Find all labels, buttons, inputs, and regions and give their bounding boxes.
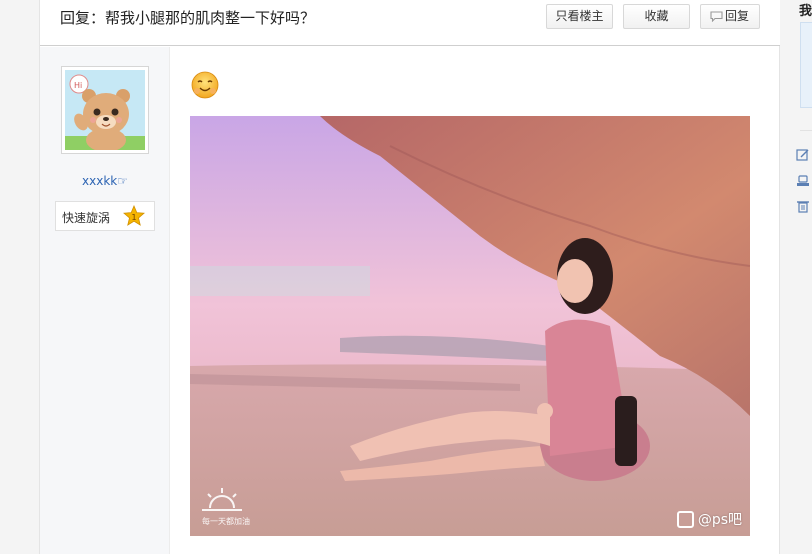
watermark-logo-icon	[676, 510, 694, 528]
author-panel: Hi xxxkk☞ 快速旋涡 1	[40, 47, 170, 554]
svg-text:Hi: Hi	[74, 81, 82, 90]
sidebar-thumbnail[interactable]	[800, 22, 812, 108]
badge-level: 1	[131, 213, 136, 222]
trash-icon[interactable]	[796, 199, 810, 213]
bear-avatar-image: Hi	[65, 70, 145, 150]
watermark-right-text: @ps吧	[697, 512, 742, 528]
author-username[interactable]: xxxkk☞	[40, 174, 170, 188]
thread-title: 回复：帮我小腿那的肌肉整一下好吗？	[60, 9, 316, 27]
only-op-button[interactable]: 只看楼主	[546, 4, 613, 29]
star-level-icon: 1	[123, 205, 145, 226]
speech-bubble-icon	[710, 11, 723, 22]
stamp-icon[interactable]	[796, 174, 810, 188]
watermark-left-text: 每一天都加油	[202, 516, 250, 526]
beach-photo-image: 每一天都加油	[190, 116, 750, 536]
page: 回复：帮我小腿那的肌肉整一下好吗？ 只看楼主 收藏 回复 Hi xxxkk☞ 快…	[0, 0, 812, 554]
level-badge[interactable]: 快速旋涡 1	[55, 201, 155, 231]
post-photo[interactable]: 每一天都加油 @ps吧	[190, 116, 750, 536]
sidebar-title: 我	[799, 4, 812, 19]
right-sidebar: 我	[780, 0, 812, 554]
smiling-face-emoji-icon	[191, 71, 219, 99]
reply-button[interactable]: 回复	[700, 4, 760, 29]
favorite-button[interactable]: 收藏	[623, 4, 690, 29]
watermark-right: @ps吧	[676, 508, 742, 530]
thread-header: 回复：帮我小腿那的肌肉整一下好吗？ 只看楼主 收藏 回复	[40, 0, 781, 46]
badge-label: 快速旋涡	[62, 211, 111, 225]
post-thread: 回复：帮我小腿那的肌肉整一下好吗？ 只看楼主 收藏 回复 Hi xxxkk☞ 快…	[39, 0, 781, 554]
bear-icon: Hi	[65, 70, 145, 150]
edit-icon[interactable]	[796, 148, 810, 162]
avatar[interactable]: Hi	[61, 66, 149, 154]
sidebar-divider	[800, 130, 812, 131]
reply-button-label: 回复	[724, 9, 749, 23]
